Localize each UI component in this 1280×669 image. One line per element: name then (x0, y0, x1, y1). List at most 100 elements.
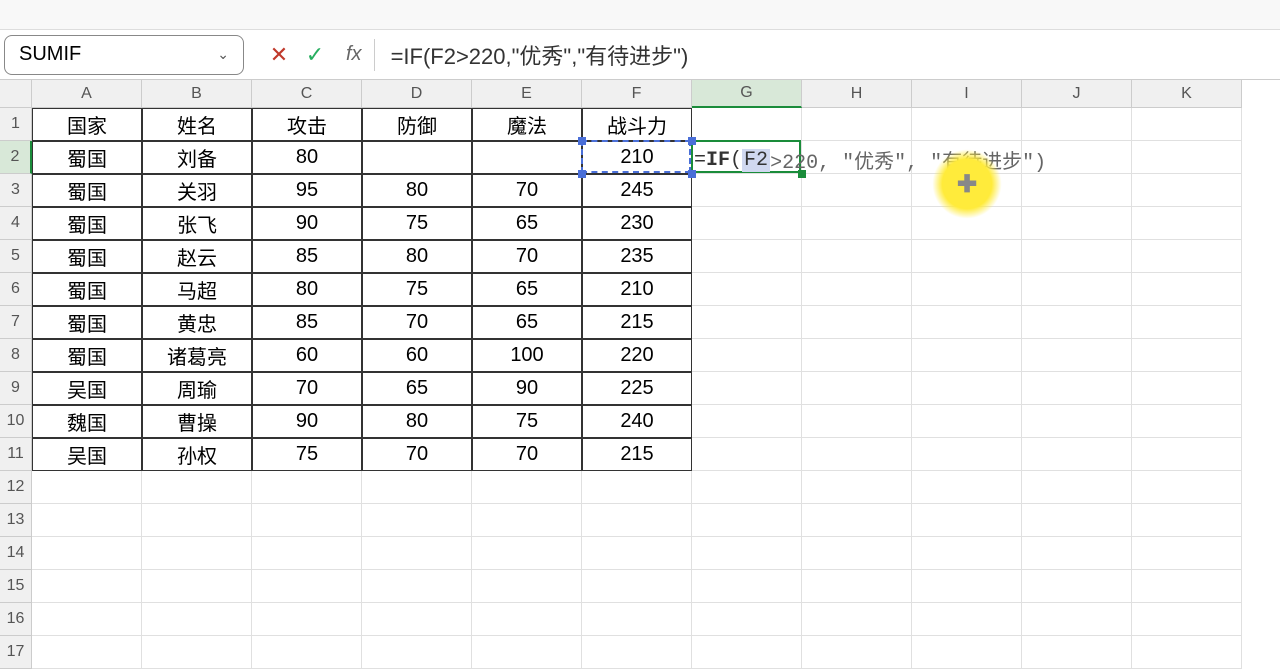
cell-D1[interactable]: 防御 (362, 108, 472, 141)
cell-D8[interactable]: 60 (362, 339, 472, 372)
cell-I1[interactable] (912, 108, 1022, 141)
name-box[interactable]: SUMIF ⌄ (4, 35, 244, 75)
cell-G13[interactable] (692, 504, 802, 537)
cell-C4[interactable]: 90 (252, 207, 362, 240)
cell-A15[interactable] (32, 570, 142, 603)
cell-C5[interactable]: 85 (252, 240, 362, 273)
cell-K8[interactable] (1132, 339, 1242, 372)
cell-F1[interactable]: 战斗力 (582, 108, 692, 141)
cell-C10[interactable]: 90 (252, 405, 362, 438)
cell-C15[interactable] (252, 570, 362, 603)
cell-E17[interactable] (472, 636, 582, 669)
cell-B17[interactable] (142, 636, 252, 669)
cell-B2[interactable]: 刘备 (142, 141, 252, 174)
cell-I16[interactable] (912, 603, 1022, 636)
cell-I6[interactable] (912, 273, 1022, 306)
col-header-E[interactable]: E (472, 80, 582, 108)
cell-D7[interactable]: 70 (362, 306, 472, 339)
cell-G7[interactable] (692, 306, 802, 339)
cell-D16[interactable] (362, 603, 472, 636)
cell-F2[interactable]: 210 (582, 141, 692, 174)
row-header-4[interactable]: 4 (0, 207, 32, 240)
cell-E15[interactable] (472, 570, 582, 603)
cell-K16[interactable] (1132, 603, 1242, 636)
cell-J16[interactable] (1022, 603, 1132, 636)
cell-J9[interactable] (1022, 372, 1132, 405)
row-header-3[interactable]: 3 (0, 174, 32, 207)
cell-A4[interactable]: 蜀国 (32, 207, 142, 240)
cell-G1[interactable] (692, 108, 802, 141)
cell-H4[interactable] (802, 207, 912, 240)
cell-A9[interactable]: 吴国 (32, 372, 142, 405)
cell-G10[interactable] (692, 405, 802, 438)
cell-I9[interactable] (912, 372, 1022, 405)
cell-K7[interactable] (1132, 306, 1242, 339)
cell-H15[interactable] (802, 570, 912, 603)
cell-D9[interactable]: 65 (362, 372, 472, 405)
cell-K6[interactable] (1132, 273, 1242, 306)
cell-B6[interactable]: 马超 (142, 273, 252, 306)
cell-A3[interactable]: 蜀国 (32, 174, 142, 207)
cell-F10[interactable]: 240 (582, 405, 692, 438)
cell-D17[interactable] (362, 636, 472, 669)
cell-D11[interactable]: 70 (362, 438, 472, 471)
cell-C3[interactable]: 95 (252, 174, 362, 207)
cell-B11[interactable]: 孙权 (142, 438, 252, 471)
cell-G9[interactable] (692, 372, 802, 405)
select-all-corner[interactable] (0, 80, 32, 108)
row-header-9[interactable]: 9 (0, 372, 32, 405)
cell-A8[interactable]: 蜀国 (32, 339, 142, 372)
cell-H16[interactable] (802, 603, 912, 636)
cell-G12[interactable] (692, 471, 802, 504)
row-header-17[interactable]: 17 (0, 636, 32, 669)
cell-H9[interactable] (802, 372, 912, 405)
fx-icon[interactable]: fx (346, 43, 362, 66)
col-header-D[interactable]: D (362, 80, 472, 108)
cell-D4[interactable]: 75 (362, 207, 472, 240)
col-header-H[interactable]: H (802, 80, 912, 108)
cell-K12[interactable] (1132, 471, 1242, 504)
cell-G3[interactable] (692, 174, 802, 207)
col-header-I[interactable]: I (912, 80, 1022, 108)
cell-D2[interactable] (362, 141, 472, 174)
col-header-F[interactable]: F (582, 80, 692, 108)
reference-handle[interactable] (688, 137, 696, 145)
cell-E7[interactable]: 65 (472, 306, 582, 339)
cell-K14[interactable] (1132, 537, 1242, 570)
cell-G8[interactable] (692, 339, 802, 372)
cancel-icon[interactable]: ✕ (268, 44, 290, 66)
cell-A12[interactable] (32, 471, 142, 504)
cell-D14[interactable] (362, 537, 472, 570)
cell-B15[interactable] (142, 570, 252, 603)
cell-F15[interactable] (582, 570, 692, 603)
cell-I17[interactable] (912, 636, 1022, 669)
row-header-16[interactable]: 16 (0, 603, 32, 636)
cell-D6[interactable]: 75 (362, 273, 472, 306)
cell-J10[interactable] (1022, 405, 1132, 438)
reference-handle[interactable] (578, 137, 586, 145)
cell-B4[interactable]: 张飞 (142, 207, 252, 240)
cell-C8[interactable]: 60 (252, 339, 362, 372)
cell-F7[interactable]: 215 (582, 306, 692, 339)
cell-B5[interactable]: 赵云 (142, 240, 252, 273)
chevron-down-icon[interactable]: ⌄ (217, 46, 229, 63)
cell-J8[interactable] (1022, 339, 1132, 372)
cell-F12[interactable] (582, 471, 692, 504)
cell-I11[interactable] (912, 438, 1022, 471)
cell-B14[interactable] (142, 537, 252, 570)
cell-B1[interactable]: 姓名 (142, 108, 252, 141)
cell-E8[interactable]: 100 (472, 339, 582, 372)
cell-B13[interactable] (142, 504, 252, 537)
confirm-icon[interactable]: ✓ (304, 44, 326, 66)
cell-K17[interactable] (1132, 636, 1242, 669)
cell-A7[interactable]: 蜀国 (32, 306, 142, 339)
cell-E10[interactable]: 75 (472, 405, 582, 438)
cell-D13[interactable] (362, 504, 472, 537)
row-header-12[interactable]: 12 (0, 471, 32, 504)
cell-J17[interactable] (1022, 636, 1132, 669)
cell-D10[interactable]: 80 (362, 405, 472, 438)
cell-J14[interactable] (1022, 537, 1132, 570)
cell-E6[interactable]: 65 (472, 273, 582, 306)
cell-D5[interactable]: 80 (362, 240, 472, 273)
col-header-A[interactable]: A (32, 80, 142, 108)
